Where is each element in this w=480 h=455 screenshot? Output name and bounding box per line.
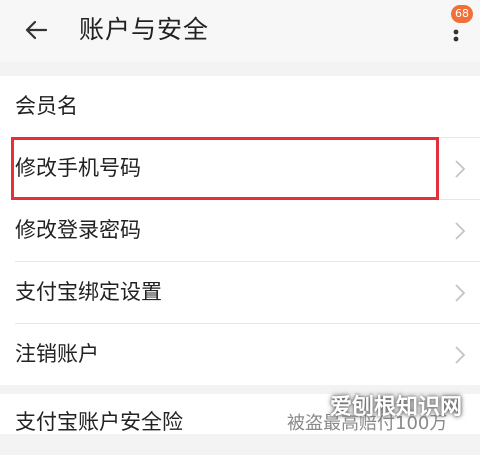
highlight-box <box>11 137 439 200</box>
list-item-label: 支付宝绑定设置 <box>15 280 162 304</box>
list-item-label: 支付宝账户安全险 <box>15 410 183 434</box>
account-settings-list: 会员名 修改手机号码 修改登录密码 支付宝绑定设置 注销账户 <box>0 76 480 385</box>
list-item-change-password[interactable]: 修改登录密码 <box>15 200 480 262</box>
list-item-label: 注销账户 <box>15 342 99 366</box>
watermark: 爱刨根知识网 <box>330 395 463 420</box>
list-item-label: 修改登录密码 <box>15 218 141 242</box>
list-item-member-name[interactable]: 会员名 <box>15 76 480 138</box>
chevron-right-icon <box>455 284 466 302</box>
chevron-right-icon <box>455 160 466 178</box>
chevron-right-icon <box>455 222 466 240</box>
page-title: 账户与安全 <box>79 15 210 44</box>
list-item-cancel-account[interactable]: 注销账户 <box>15 324 480 385</box>
notification-badge: 68 <box>451 5 473 23</box>
list-item-label: 会员名 <box>15 94 78 118</box>
list-item-alipay-binding[interactable]: 支付宝绑定设置 <box>15 262 480 324</box>
chevron-right-icon <box>455 346 466 364</box>
back-arrow-icon[interactable] <box>20 14 52 46</box>
top-bar: 账户与安全 68 <box>0 0 480 62</box>
